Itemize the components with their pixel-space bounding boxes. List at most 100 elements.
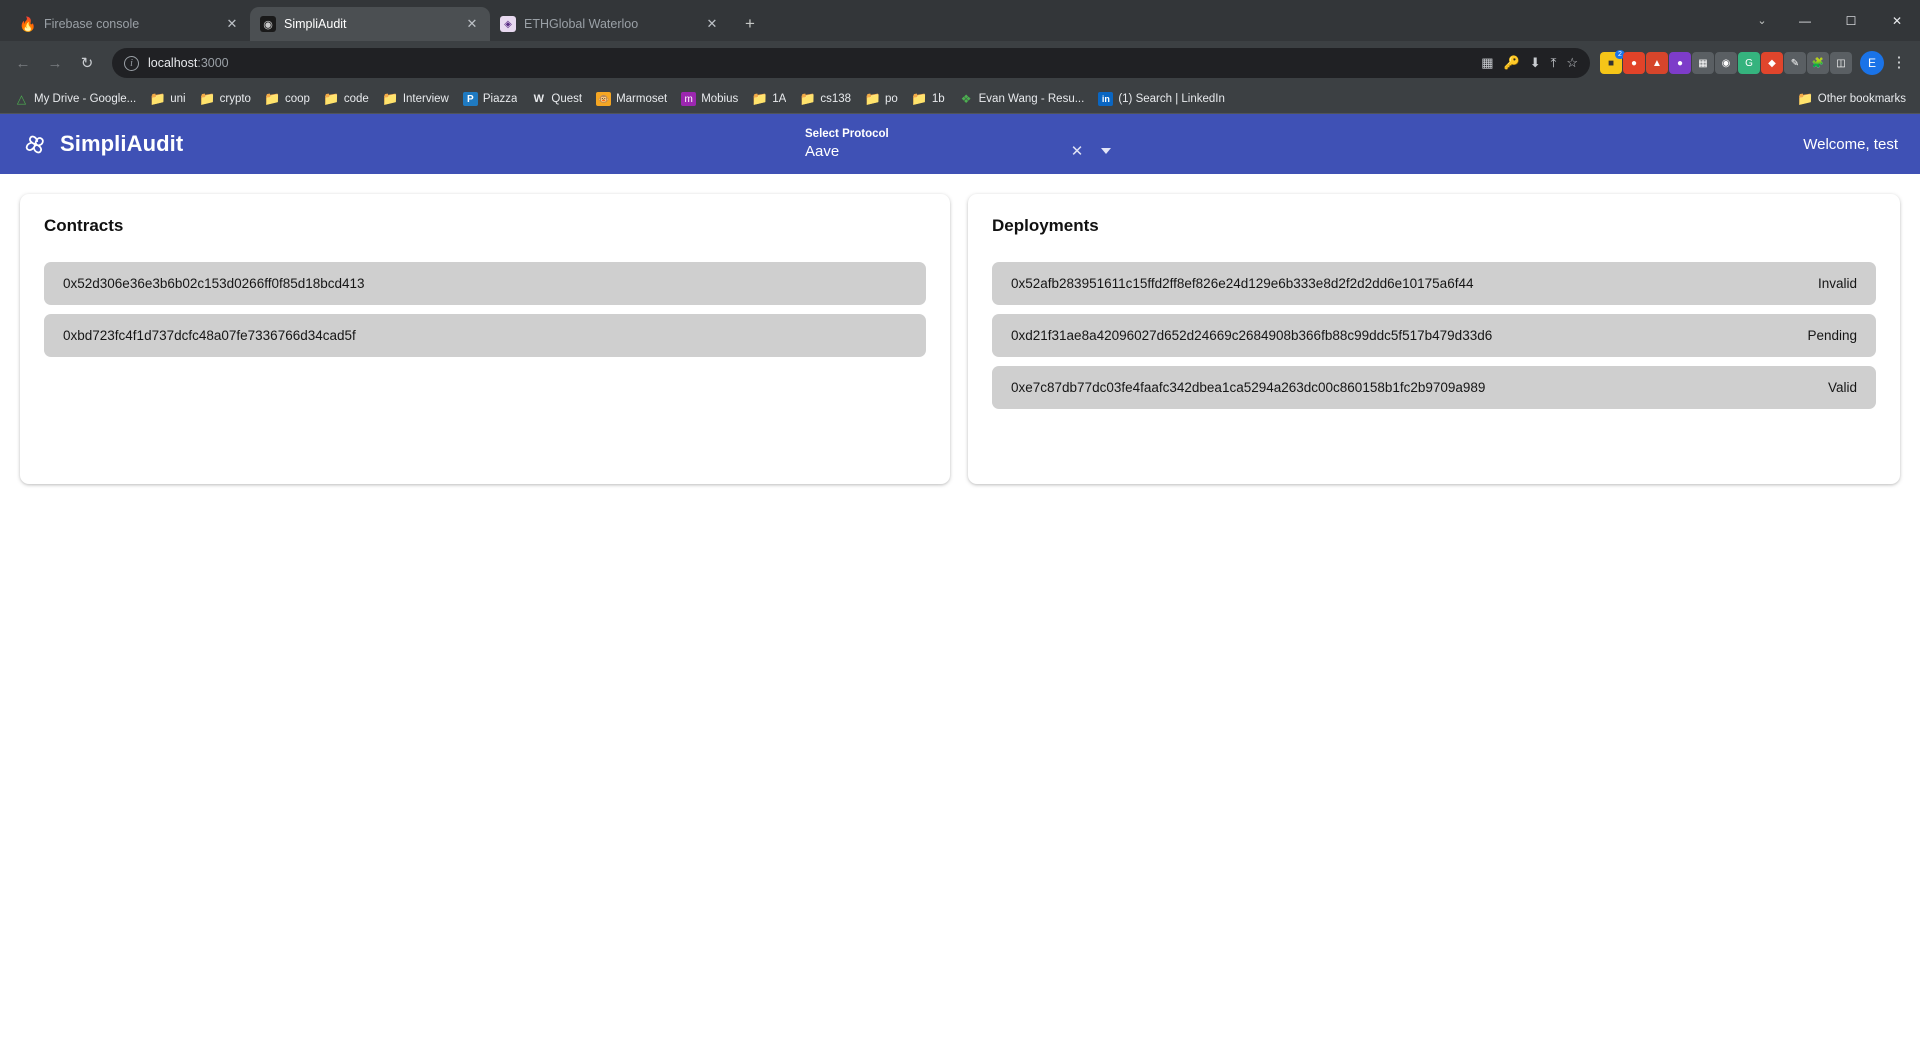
folder-icon: 📁 [149, 91, 166, 106]
key-icon[interactable]: 🔑 [1504, 55, 1520, 71]
forward-icon[interactable]: → [40, 48, 70, 78]
share-icon[interactable]: ⤒ [1551, 55, 1557, 71]
folder-icon: 📁 [323, 91, 340, 106]
drive-icon: △ [16, 92, 27, 106]
bookmarks-bar: △ My Drive - Google... 📁 uni 📁 crypto 📁 … [0, 85, 1920, 114]
chevron-down-icon[interactable] [1101, 148, 1111, 154]
app-header: SimpliAudit Select Protocol Aave ✕ Welco… [0, 114, 1920, 174]
close-icon[interactable]: ✕ [1065, 142, 1089, 160]
folder-icon: 📁 [264, 91, 281, 106]
bookmark-mobius[interactable]: m Mobius [675, 89, 744, 109]
bookmark-crypto[interactable]: 📁 crypto [194, 89, 257, 110]
extension-icon-7[interactable]: G [1738, 52, 1760, 74]
bookmark-interview[interactable]: 📁 Interview [377, 89, 455, 110]
protocol-selector[interactable]: Select Protocol Aave ✕ [805, 114, 1115, 174]
tab-title: SimpliAudit [284, 17, 347, 31]
status-badge: Valid [1827, 380, 1857, 395]
reload-icon[interactable]: ↻ [72, 48, 102, 78]
firebase-icon: 🔥 [20, 16, 36, 32]
close-window-button[interactable]: ✕ [1874, 0, 1920, 41]
close-icon[interactable]: ✕ [224, 16, 240, 32]
folder-icon: 📁 [199, 91, 216, 106]
extension-icon-8[interactable]: ◆ [1761, 52, 1783, 74]
close-icon[interactable]: ✕ [704, 16, 720, 32]
list-item[interactable]: 0xbd723fc4f1d737dcfc48a07fe7336766d34cad… [44, 314, 926, 357]
browser-tab-ethglobal[interactable]: ◈ ETHGlobal Waterloo ✕ [490, 7, 730, 41]
qr-code-icon[interactable]: ▦ [1481, 55, 1493, 71]
url-text: localhost:3000 [148, 56, 229, 70]
extension-icon-5[interactable]: ▦ [1692, 52, 1714, 74]
bookmark-evan-wang-resume[interactable]: ❖ Evan Wang - Resu... [953, 89, 1091, 110]
protocol-selector-label: Select Protocol [805, 128, 889, 140]
extension-icon-4[interactable]: ● [1669, 52, 1691, 74]
bookmark-label: coop [284, 93, 310, 105]
bookmark-quest[interactable]: W Quest [525, 89, 588, 110]
bookmark-star-icon[interactable]: ☆ [1566, 55, 1578, 71]
browser-menu-icon[interactable]: ⋮ [1886, 55, 1912, 70]
profile-avatar[interactable]: E [1860, 51, 1884, 75]
bookmark-po[interactable]: 📁 po [859, 89, 904, 110]
folder-icon: 📁 [799, 91, 816, 106]
list-item[interactable]: 0xe7c87db77dc03fe4faafc342dbea1ca5294a26… [992, 366, 1876, 409]
bookmark-marmoset[interactable]: 🐵 Marmoset [590, 89, 673, 109]
bookmark-code[interactable]: 📁 code [318, 89, 375, 110]
sidebar-icon[interactable]: ◫ [1830, 52, 1852, 74]
bookmark-linkedin-search[interactable]: in (1) Search | LinkedIn [1092, 89, 1231, 109]
browser-window: 🔥 Firebase console ✕ ◉ SimpliAudit ✕ ◈ E… [0, 0, 1920, 1037]
quest-icon: W [533, 93, 545, 105]
browser-tab-simpliaudit[interactable]: ◉ SimpliAudit ✕ [250, 7, 490, 41]
address-bar[interactable]: i localhost:3000 ▦ 🔑 ⬇ ⤒ ☆ [112, 48, 1590, 78]
extensions-strip: ■ 2 ● ▲ ● ▦ ◉ G ◆ ✎ 🧩 ◫ [1600, 50, 1854, 74]
bookmark-label: 1A [772, 93, 787, 105]
new-tab-button[interactable]: + [736, 10, 764, 38]
bookmark-coop[interactable]: 📁 coop [259, 89, 316, 110]
bookmark-label: cs138 [820, 93, 852, 105]
bookmark-cs138[interactable]: 📁 cs138 [794, 89, 857, 110]
back-icon[interactable]: ← [8, 48, 38, 78]
minimize-button[interactable]: — [1782, 0, 1828, 41]
extension-icon-9[interactable]: ✎ [1784, 52, 1806, 74]
omnibox-actions: ▦ 🔑 ⬇ ⤒ ☆ [1481, 55, 1578, 71]
extension-icon-2[interactable]: ● [1623, 52, 1645, 74]
status-badge: Pending [1807, 328, 1857, 343]
bookmark-piazza[interactable]: P Piazza [457, 89, 524, 109]
bookmark-label: uni [170, 93, 186, 105]
list-item[interactable]: 0x52afb283951611c15ffd2ff8ef826e24d129e6… [992, 262, 1876, 305]
tab-strip: 🔥 Firebase console ✕ ◉ SimpliAudit ✕ ◈ E… [0, 0, 1920, 41]
leaf-icon: ❖ [960, 92, 972, 106]
folder-icon: 📁 [911, 91, 928, 106]
spiral-logo-icon [22, 131, 49, 158]
url-host: localhost [148, 56, 198, 70]
bookmark-label: Quest [551, 93, 583, 105]
puzzle-icon[interactable]: 🧩 [1807, 52, 1829, 74]
bookmark-label: code [343, 93, 369, 105]
chevron-down-icon[interactable]: ⌄ [1742, 0, 1782, 41]
bookmark-label: Other bookmarks [1817, 93, 1906, 105]
browser-tab-firebase[interactable]: 🔥 Firebase console ✕ [10, 7, 250, 41]
folder-icon: 📁 [751, 91, 768, 106]
list-item[interactable]: 0x52d306e36e3b6b02c153d0266ff0f85d18bcd4… [44, 262, 926, 305]
other-bookmarks-button[interactable]: 📁 Other bookmarks [1792, 89, 1912, 110]
site-info-icon[interactable]: i [124, 55, 139, 71]
extension-icon-3[interactable]: ▲ [1646, 52, 1668, 74]
deployment-address: 0xe7c87db77dc03fe4faafc342dbea1ca5294a26… [1011, 380, 1486, 395]
bookmark-label: (1) Search | LinkedIn [1118, 93, 1225, 105]
bookmark-1a[interactable]: 📁 1A [746, 89, 792, 110]
close-icon[interactable]: ✕ [464, 16, 480, 32]
extension-icon-1[interactable]: ■ 2 [1600, 50, 1625, 74]
bookmark-label: 1b [931, 93, 945, 105]
list-item[interactable]: 0xd21f31ae8a42096027d652d24669c2684908b3… [992, 314, 1876, 357]
marmoset-icon: 🐵 [596, 92, 612, 106]
protocol-selector-value: Aave [805, 142, 840, 160]
bookmark-uni[interactable]: 📁 uni [144, 89, 191, 110]
extension-icon-6[interactable]: ◉ [1715, 52, 1737, 74]
bookmark-label: Marmoset [616, 93, 668, 105]
bookmark-label: Evan Wang - Resu... [978, 93, 1085, 105]
maximize-button[interactable]: ☐ [1828, 0, 1874, 41]
brand[interactable]: SimpliAudit [22, 131, 183, 158]
contract-address: 0x52d306e36e3b6b02c153d0266ff0f85d18bcd4… [63, 276, 365, 291]
install-icon[interactable]: ⬇ [1530, 55, 1541, 71]
bookmark-1b[interactable]: 📁 1b [906, 89, 951, 110]
bookmark-my-drive[interactable]: △ My Drive - Google... [8, 89, 142, 110]
bookmark-label: Interview [402, 93, 449, 105]
